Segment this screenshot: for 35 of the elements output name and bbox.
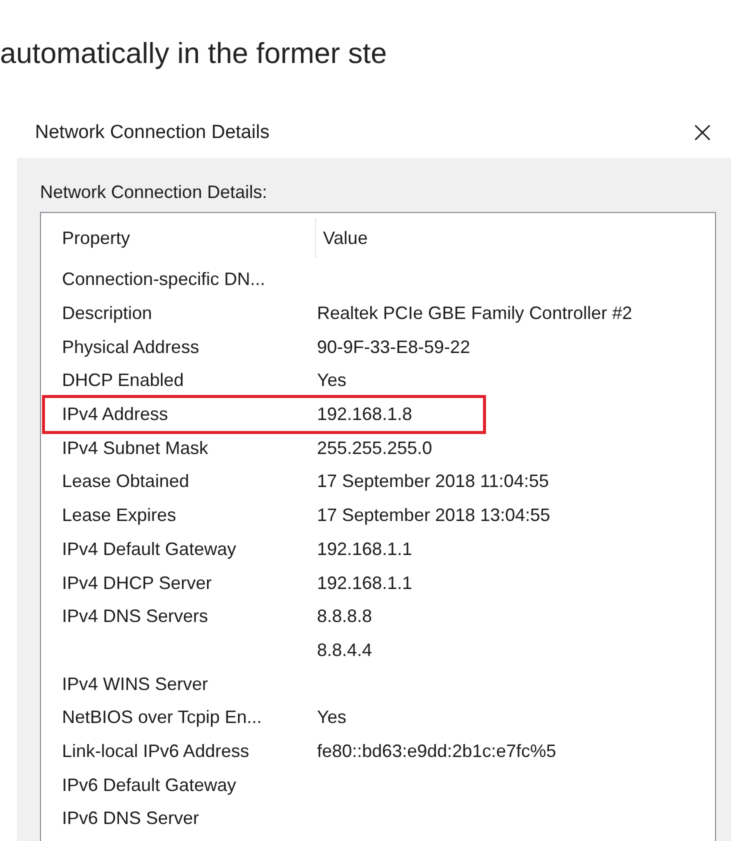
- column-header[interactable]: Property: [61, 218, 316, 258]
- property-cell: Connection-specific DN...: [62, 269, 266, 290]
- value-cell-text: 192.168.1.1: [317, 538, 412, 561]
- property-cell: NetBIOS over Tcpip En...: [62, 707, 262, 728]
- value-cell-text: 8.8.4.4: [317, 638, 372, 662]
- value-cell-text: 192.168.1.8: [317, 403, 412, 426]
- value-cell-text: Yes: [317, 369, 346, 392]
- value-cell-text: Yes: [317, 706, 346, 730]
- document-text: automatically in the former ste: [0, 37, 388, 72]
- value-cell-text: 8.8.8.8: [317, 605, 372, 628]
- property-cell: Link-local IPv6 Address: [62, 740, 250, 761]
- property-cell: IPv4 Address: [62, 404, 168, 424]
- value-cell-text: 17 September 2018 11:04:55: [317, 470, 549, 494]
- value-cell-text: Realtek PCIe GBE Family Controller #2: [317, 302, 632, 326]
- group-label: Network Connection Details:: [40, 181, 268, 204]
- property-cell: Lease Obtained: [62, 471, 190, 492]
- property-cell: IPv4 Subnet Mask: [62, 438, 208, 458]
- value-cell-text: 90-9F-33-E8-59-22: [317, 336, 470, 359]
- property-cell: IPv4 DHCP Server: [62, 572, 212, 593]
- value-cell-text: fe80::bd63:e9dd:2b1c:e7fc%5: [317, 740, 556, 763]
- column-header[interactable]: Value: [322, 218, 715, 258]
- value-cell-text: 192.168.1.1: [317, 572, 412, 595]
- property-cell: IPv4 DNS Servers: [62, 606, 208, 626]
- window-title: Network Connection Details: [35, 120, 270, 145]
- value-cell-text: 255.255.255.0: [317, 436, 432, 460]
- property-cell: IPv4 Default Gateway: [62, 538, 236, 559]
- property-cell: IPv4 WINS Server: [62, 674, 208, 694]
- property-cell: Lease Expires: [62, 505, 176, 526]
- property-cell: Physical Address: [62, 336, 200, 357]
- property-cell: IPv6 Default Gateway: [62, 774, 236, 795]
- close-button[interactable]: ×: [682, 118, 723, 148]
- property-cell: DHCP Enabled: [62, 370, 184, 390]
- value-cell-text: 17 September 2018 13:04:55: [317, 504, 550, 528]
- property-cell: IPv6 DNS Server: [62, 808, 200, 828]
- property-cell: Description: [62, 303, 152, 324]
